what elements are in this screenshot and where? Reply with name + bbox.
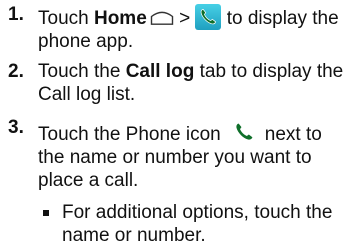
step-text-pre: Touch <box>38 8 89 29</box>
call-log-label: Call log <box>125 61 195 82</box>
instruction-steps: 1. Touch Home > to display the phone app… <box>0 0 349 247</box>
step-1: 1. Touch Home > to display the phone app… <box>0 4 349 53</box>
step-3-bullet: For additional options, touch the name o… <box>38 202 349 247</box>
bullet-text: For additional options, touch the name o… <box>62 202 333 246</box>
step-2: 2. Touch the Call log tab to display the… <box>0 61 349 106</box>
bullet-square-icon <box>43 210 49 216</box>
step-text-pre: Touch the Phone icon <box>38 124 221 145</box>
step-number: 1. <box>8 4 24 25</box>
step-3: 3. Touch the Phone icon next to the name … <box>0 117 349 247</box>
phone-app-icon <box>195 4 222 30</box>
home-icon <box>150 9 174 25</box>
step-number: 2. <box>8 61 24 82</box>
step-text-pre: Touch the <box>38 61 121 82</box>
phone-icon <box>226 117 261 147</box>
step-number: 3. <box>8 117 24 138</box>
separator: > <box>179 8 191 29</box>
home-label: Home <box>93 8 147 29</box>
